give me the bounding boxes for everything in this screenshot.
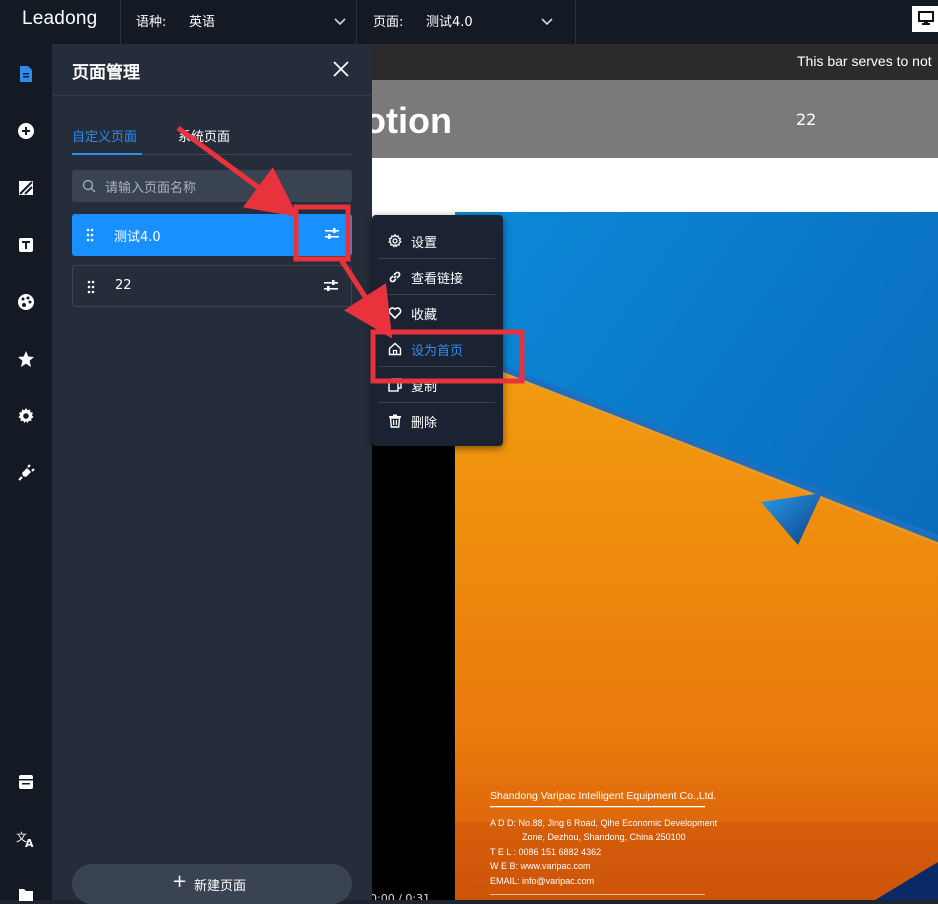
app-logo: Leadong xyxy=(22,8,98,29)
menu-item-label: 删除 xyxy=(411,416,438,431)
page-select[interactable]: 测试4.0 xyxy=(426,11,473,30)
tab-custom-pages[interactable]: 自定义页面 xyxy=(72,126,137,145)
menu-item-label: 设置 xyxy=(411,236,438,251)
tab-system-pages[interactable]: 系统页面 xyxy=(178,126,230,145)
add-icon[interactable] xyxy=(16,121,36,141)
gear-icon[interactable] xyxy=(16,406,36,426)
divider xyxy=(52,95,372,96)
page-list-item[interactable]: 22 xyxy=(72,265,352,307)
menu-item-delete[interactable]: 删除 xyxy=(372,403,503,439)
heart-icon xyxy=(388,307,402,320)
hero-title: otion xyxy=(372,100,452,141)
copy-icon xyxy=(388,378,402,392)
new-page-label: 新建页面 xyxy=(194,879,247,894)
tab-active-indicator xyxy=(72,153,142,155)
desktop-view-button[interactable] xyxy=(912,6,938,32)
menu-item-set-homepage[interactable]: 设为首页 xyxy=(372,331,503,367)
page-label: 页面: xyxy=(373,15,404,30)
panel-title: 页面管理 xyxy=(72,63,140,83)
menu-item-label: 设为首页 xyxy=(411,344,464,359)
svg-text:A: A xyxy=(25,837,34,848)
brochure-address-1: A D D: No.88, Jing 6 Road, Qihe Economic… xyxy=(490,818,718,828)
brochure-company: Shandong Varipac Intelligent Equipment C… xyxy=(490,790,716,802)
menu-item-settings[interactable]: 设置 xyxy=(372,223,503,259)
palette-icon[interactable] xyxy=(16,292,36,312)
chevron-down-icon[interactable] xyxy=(540,14,554,28)
close-icon[interactable] xyxy=(332,60,350,78)
brochure-web: W E B: www.varipac.com xyxy=(490,861,591,871)
page-preview: This bar serves to not otion 22 Shandong… xyxy=(372,44,938,900)
search-icon xyxy=(82,179,96,193)
sliders-icon[interactable] xyxy=(324,227,340,241)
page-management-panel: 页面管理 自定义页面 系统页面 请输入页面名称 测试4.0 22 + 新建页面 xyxy=(52,44,372,904)
monitor-icon xyxy=(918,11,934,25)
menu-item-copy[interactable]: 复制 xyxy=(372,367,503,403)
search-placeholder: 请输入页面名称 xyxy=(105,181,197,196)
brochure-address-2: Zone, Dezhou, Shandong, China 250100 xyxy=(522,832,686,842)
drag-handle-icon[interactable] xyxy=(87,280,95,294)
menu-item-view-link[interactable]: 查看链接 xyxy=(372,259,503,295)
star-icon[interactable] xyxy=(16,349,36,369)
brochure-tel: T E L : 0086 151 6882 4362 xyxy=(490,847,601,857)
plugin-icon[interactable] xyxy=(16,463,36,483)
menu-item-label: 查看链接 xyxy=(411,272,464,287)
page-list-item[interactable]: 测试4.0 xyxy=(72,214,352,256)
brochure-email: EMAIL: info@varipac.com xyxy=(490,876,594,886)
link-icon xyxy=(389,271,401,283)
translate-icon[interactable]: 文A xyxy=(16,829,36,849)
top-bar: Leadong 语种: 英语 页面: 测试4.0 xyxy=(0,0,938,45)
language-select[interactable]: 英语 xyxy=(189,11,215,30)
menu-item-label: 复制 xyxy=(411,380,438,395)
plus-icon: + xyxy=(172,871,188,892)
hero-number: 22 xyxy=(796,110,817,129)
gear-icon xyxy=(388,234,402,248)
folder-icon[interactable] xyxy=(16,884,36,904)
page-context-menu: 设置 查看链接 收藏 设为首页 复制 删除 xyxy=(372,215,503,446)
layout-icon[interactable] xyxy=(16,772,36,792)
page-name: 测试4.0 xyxy=(114,230,161,245)
divider xyxy=(356,0,357,44)
text-icon[interactable] xyxy=(16,235,36,255)
drag-handle-icon[interactable] xyxy=(86,228,94,242)
image-icon[interactable] xyxy=(16,178,36,198)
menu-item-label: 收藏 xyxy=(411,308,438,323)
brochure-image: Shandong Varipac Intelligent Equipment C… xyxy=(455,212,938,900)
divider xyxy=(120,0,121,44)
sliders-icon[interactable] xyxy=(323,279,339,293)
divider xyxy=(575,0,576,44)
notice-text: This bar serves to not xyxy=(797,53,932,69)
notice-bar: This bar serves to not xyxy=(372,44,938,80)
page-name: 22 xyxy=(115,278,132,293)
left-toolbar: 文A xyxy=(0,44,52,901)
pages-icon[interactable] xyxy=(16,64,36,84)
menu-item-favorite[interactable]: 收藏 xyxy=(372,295,503,331)
search-input[interactable]: 请输入页面名称 xyxy=(72,170,352,202)
new-page-button[interactable]: + 新建页面 xyxy=(72,864,352,904)
language-label: 语种: xyxy=(136,15,167,30)
chevron-down-icon[interactable] xyxy=(333,14,347,28)
trash-icon xyxy=(389,414,401,428)
hero-banner: otion 22 xyxy=(372,80,938,158)
home-icon xyxy=(388,342,402,356)
video-time: 0:00 / 0:31 xyxy=(372,892,431,900)
